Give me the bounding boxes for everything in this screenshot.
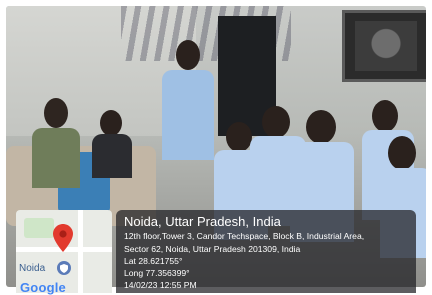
timestamp: 14/02/23 12:55 PM <box>124 280 197 290</box>
location-title: Noida, Uttar Pradesh, India <box>124 214 281 229</box>
map-pin-icon <box>53 224 73 252</box>
map-place-label: Noida <box>19 263 46 274</box>
longitude: Long 77.356399° <box>124 268 190 278</box>
map-thumbnail: Noida Google <box>16 210 112 295</box>
address-line-2: Sector 62, Noida, Uttar Pradesh 201309, … <box>124 243 301 254</box>
latitude: Lat 28.621755° <box>124 256 183 266</box>
location-overlay: Noida, Uttar Pradesh, India 12th floor,T… <box>116 210 416 293</box>
shield-icon <box>57 261 71 275</box>
map-park <box>24 218 54 238</box>
frame-picture <box>355 21 417 71</box>
wall-frame <box>342 10 426 82</box>
seated-girl <box>22 98 92 228</box>
seated-student-left <box>88 110 138 180</box>
address-line-1: 12th floor,Tower 3, Candor Techspace, Bl… <box>124 231 365 241</box>
map-road <box>78 210 83 293</box>
